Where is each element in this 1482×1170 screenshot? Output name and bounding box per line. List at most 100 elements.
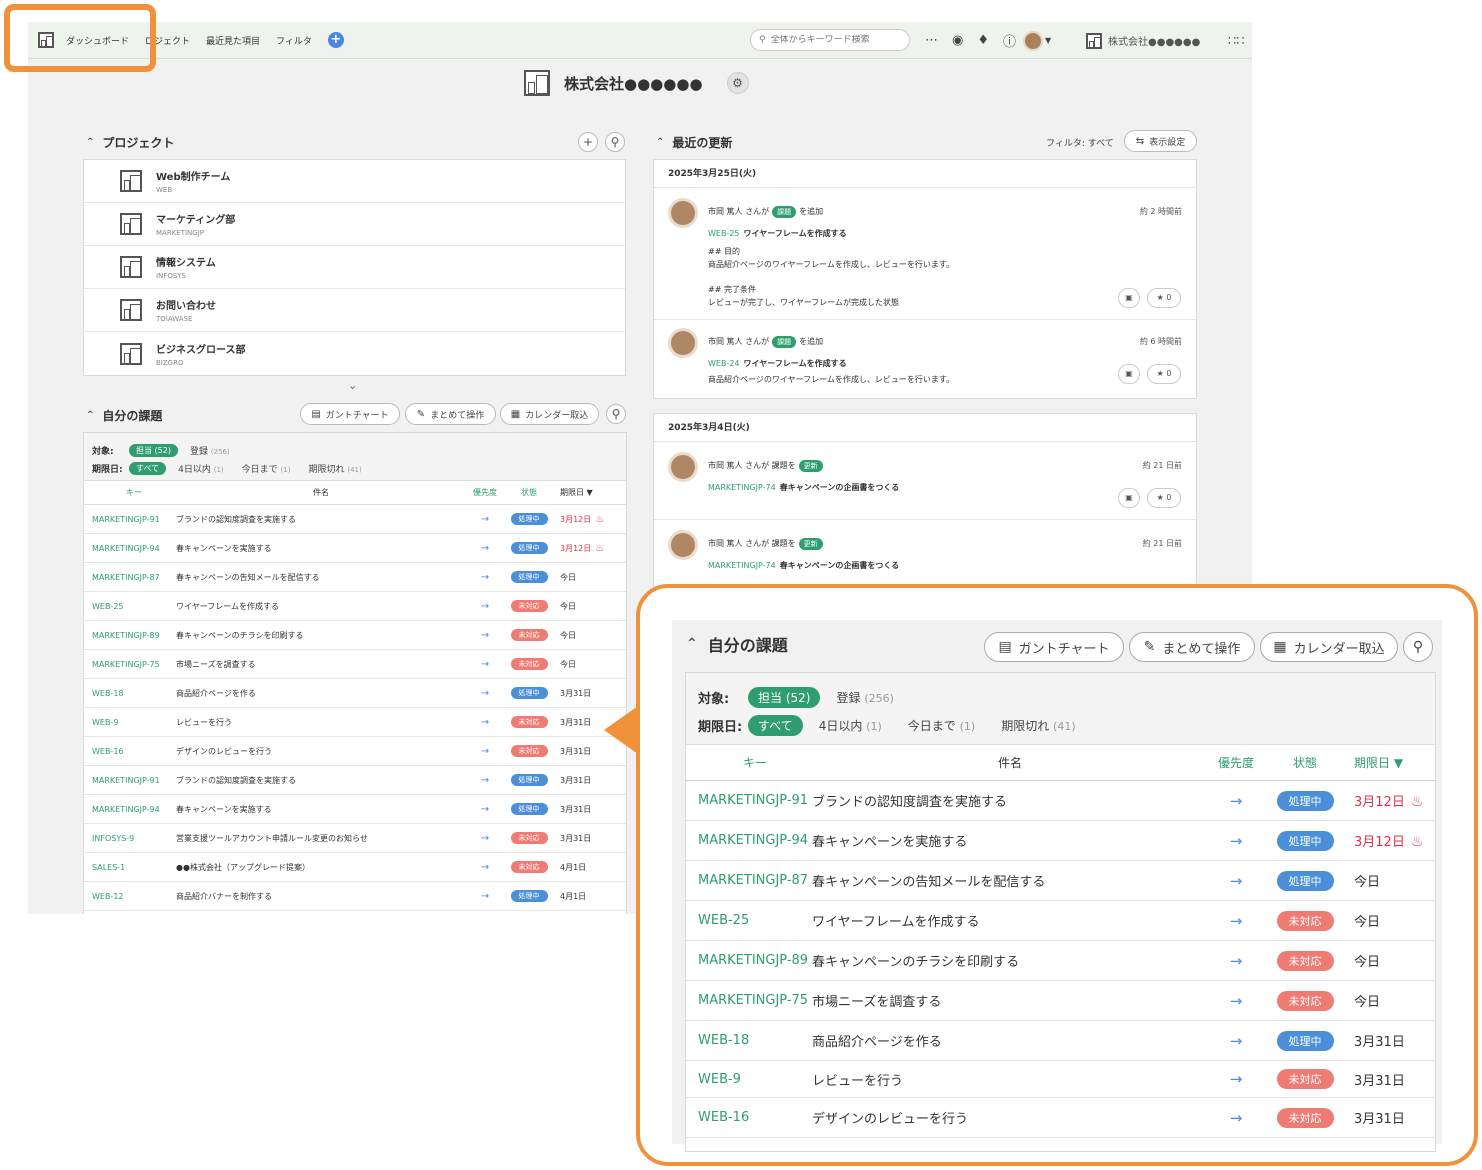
- status-badge[interactable]: 処理中: [1276, 870, 1334, 891]
- calendar-import-button[interactable]: ▦ カレンダー取込: [1260, 632, 1398, 662]
- filter-assigned[interactable]: 担当 (52): [748, 686, 821, 708]
- column-status[interactable]: 状態: [504, 487, 554, 498]
- status-badge[interactable]: 処理中: [510, 890, 548, 902]
- issue-name[interactable]: 春キャンペーンを実施する: [176, 543, 466, 554]
- issue-name[interactable]: ワイヤーフレームを作成する: [176, 601, 466, 612]
- my-issues-header[interactable]: ⌃ 自分の課題: [686, 632, 788, 656]
- search-input[interactable]: [770, 35, 891, 45]
- table-row[interactable]: WEB-12 商品紹介バナーを制作する → 処理中 4月1日: [84, 882, 626, 911]
- bulk-edit-button[interactable]: ✎ まとめて操作: [405, 403, 496, 425]
- column-due[interactable]: 期限日 ▼: [554, 487, 614, 498]
- status-badge[interactable]: 処理中: [1276, 790, 1334, 811]
- add-project-button[interactable]: +: [578, 132, 598, 152]
- avatar[interactable]: [668, 198, 698, 228]
- update-item[interactable]: 市岡 篤人 さんが 課題 を追加 約 2 時間前 WEB-25 ワイヤーフレームを作成…: [654, 188, 1196, 320]
- table-row[interactable]: WEB-9 レビューを行う → 未対応 3月31日: [84, 708, 626, 737]
- avatar[interactable]: [668, 328, 698, 358]
- issue-key[interactable]: WEB-12: [84, 892, 176, 901]
- status-badge[interactable]: 未対応: [1276, 990, 1334, 1011]
- filter-registered[interactable]: 登録 (256): [836, 689, 893, 706]
- issue-name[interactable]: 市場ニーズを調査する: [812, 991, 1208, 1010]
- table-row[interactable]: MARKETINGJP-91 ブランドの認知度調査を実施する → 処理中 3月12日 ♨: [84, 505, 626, 534]
- update-issue-link[interactable]: WEB-25 ワイヤーフレームを作成する: [708, 228, 847, 239]
- star-button[interactable]: ★ 0: [1147, 364, 1181, 384]
- issue-key[interactable]: MARKETINGJP-87: [686, 873, 812, 888]
- issue-name[interactable]: 商品紹介ページを作る: [812, 1031, 1208, 1050]
- table-row[interactable]: MARKETINGJP-94 春キャンペーンを実施する → 処理中 3月31日: [84, 795, 626, 824]
- issue-name[interactable]: 春キャンペーンのチラシを印刷する: [176, 630, 466, 641]
- issue-key[interactable]: WEB-9: [84, 718, 176, 727]
- nav-recent-items[interactable]: 最近見た項目: [206, 34, 260, 47]
- table-row[interactable]: MARKETINGJP-91 ブランドの認知度調査を実施する → 処理中 3月31日: [84, 766, 626, 795]
- table-row[interactable]: WEB-18 商品紹介ページを作る → 処理中 3月31日: [686, 1021, 1435, 1061]
- table-row[interactable]: MARKETINGJP-87 春キャンペーンの告知メールを配信する → 処理中 今日: [686, 861, 1435, 901]
- comment-icon[interactable]: ▣: [1118, 488, 1140, 508]
- filter-until-today[interactable]: 今日まで (1): [908, 717, 975, 734]
- table-row[interactable]: MARKETINGJP-89 春キャンペーンのチラシを印刷する → 未対応 今日: [686, 941, 1435, 981]
- space-switcher[interactable]: 株式会社●●●●●●: [1086, 22, 1200, 59]
- recent-filter-label[interactable]: フィルタ: すべて: [1046, 136, 1114, 149]
- avatar[interactable]: [668, 452, 698, 482]
- issue-key[interactable]: WEB-25: [686, 913, 812, 928]
- issue-name[interactable]: 営業支援ツールアカウント申請ルール変更のお知らせ: [176, 833, 466, 844]
- status-badge[interactable]: 未対応: [1276, 1069, 1334, 1089]
- status-badge[interactable]: 処理中: [510, 803, 548, 815]
- issue-key[interactable]: MARKETINGJP-75: [84, 660, 176, 669]
- issue-key[interactable]: MARKETINGJP-89: [84, 631, 176, 640]
- status-badge[interactable]: 未対応: [510, 745, 548, 757]
- recent-updates-header[interactable]: ⌃ 最近の更新: [656, 134, 732, 151]
- filter-all[interactable]: すべて: [748, 714, 803, 736]
- table-row[interactable]: SALES-1 ●●株式会社（アップグレード提案） → 未対応 4月1日: [84, 853, 626, 882]
- issue-name[interactable]: ブランドの認知度調査を実施する: [812, 791, 1208, 810]
- project-item[interactable]: ビジネスグロース部 BIZGRO: [84, 332, 625, 375]
- filter-until-today[interactable]: 今日まで (1): [242, 462, 291, 475]
- issue-name[interactable]: 春キャンペーンを実施する: [176, 804, 466, 815]
- status-badge[interactable]: 未対応: [510, 861, 548, 873]
- chevron-down-icon[interactable]: ▼: [1045, 36, 1051, 45]
- table-row[interactable]: MARKETINGJP-75 市場ニーズを調査する → 未対応 今日: [84, 650, 626, 679]
- filter-registered[interactable]: 登録 (256): [190, 444, 230, 457]
- project-item[interactable]: マーケティング部 MARKETINGJP: [84, 203, 625, 246]
- display-settings-button[interactable]: ⇆ 表示設定: [1124, 130, 1197, 152]
- nav-filter[interactable]: フィルタ: [276, 34, 312, 47]
- update-issue-link[interactable]: MARKETINGJP-74 春キャンペーンの企画書をつくる: [708, 560, 899, 571]
- status-badge[interactable]: 処理中: [510, 774, 548, 786]
- table-row[interactable]: WEB-18 商品紹介ページを作る → 処理中 3月31日: [84, 679, 626, 708]
- issue-name[interactable]: 春キャンペーンの告知メールを配信する: [176, 572, 466, 583]
- project-item[interactable]: 情報システム INFOSYS: [84, 246, 625, 289]
- filter-overdue[interactable]: 期限切れ (41): [308, 462, 361, 475]
- table-row[interactable]: MARKETINGJP-94 春キャンペーンを実施する → 処理中 3月12日 ♨: [84, 534, 626, 563]
- status-badge[interactable]: 処理中: [510, 571, 548, 583]
- issue-key[interactable]: MARKETINGJP-94: [84, 805, 176, 814]
- filter-overdue[interactable]: 期限切れ (41): [1001, 717, 1075, 734]
- filter-within-4-days[interactable]: 4日以内 (1): [819, 717, 882, 734]
- issue-name[interactable]: 商品紹介バナーを制作する: [176, 891, 466, 902]
- projects-header[interactable]: ⌃ プロジェクト: [86, 134, 174, 151]
- table-row[interactable]: WEB-16 デザインのレビューを行う → 未対応 3月31日: [84, 737, 626, 766]
- my-issues-header[interactable]: ⌃ 自分の課題: [86, 407, 162, 424]
- global-search[interactable]: ⚲: [750, 29, 910, 51]
- table-row[interactable]: INFOSYS-9 営業支援ツールアカウント申請ルール変更のお知らせ → 未対応 3月3…: [84, 824, 626, 853]
- issue-key[interactable]: MARKETINGJP-94: [84, 544, 176, 553]
- column-name[interactable]: 件名: [812, 754, 1208, 771]
- update-issue-link[interactable]: WEB-24 ワイヤーフレームを作成する: [708, 358, 847, 369]
- comment-icon[interactable]: ▣: [1118, 288, 1140, 308]
- column-priority[interactable]: 優先度: [1208, 754, 1264, 771]
- apps-grid-icon[interactable]: ∷∷: [1228, 34, 1245, 49]
- issue-name[interactable]: デザインのレビューを行う: [812, 1108, 1208, 1127]
- issue-name[interactable]: 春キャンペーンを実施する: [812, 831, 1208, 850]
- issue-name[interactable]: 春キャンペーンのチラシを印刷する: [812, 951, 1208, 970]
- watch-icon[interactable]: ◉: [952, 33, 963, 48]
- issue-key[interactable]: SALES-1: [84, 863, 176, 872]
- calendar-import-button[interactable]: ▦ カレンダー取込: [500, 403, 599, 425]
- issue-name[interactable]: レビューを行う: [812, 1070, 1208, 1089]
- issue-key[interactable]: MARKETINGJP-91: [84, 515, 176, 524]
- issue-name[interactable]: 市場ニーズを調査する: [176, 659, 466, 670]
- project-item[interactable]: Web制作チーム WEB: [84, 160, 625, 203]
- gantt-chart-button[interactable]: ▤ ガントチャート: [300, 403, 400, 425]
- issue-key[interactable]: WEB-25: [84, 602, 176, 611]
- table-row[interactable]: MARKETINGJP-91 ブランドの認知度調査を実施する → 処理中 3月12日 ♨: [686, 781, 1435, 821]
- status-badge[interactable]: 処理中: [1276, 1030, 1334, 1051]
- table-row[interactable]: WEB-9 レビューを行う → 未対応 3月31日: [686, 1061, 1435, 1098]
- more-icon[interactable]: ⋯: [925, 33, 938, 48]
